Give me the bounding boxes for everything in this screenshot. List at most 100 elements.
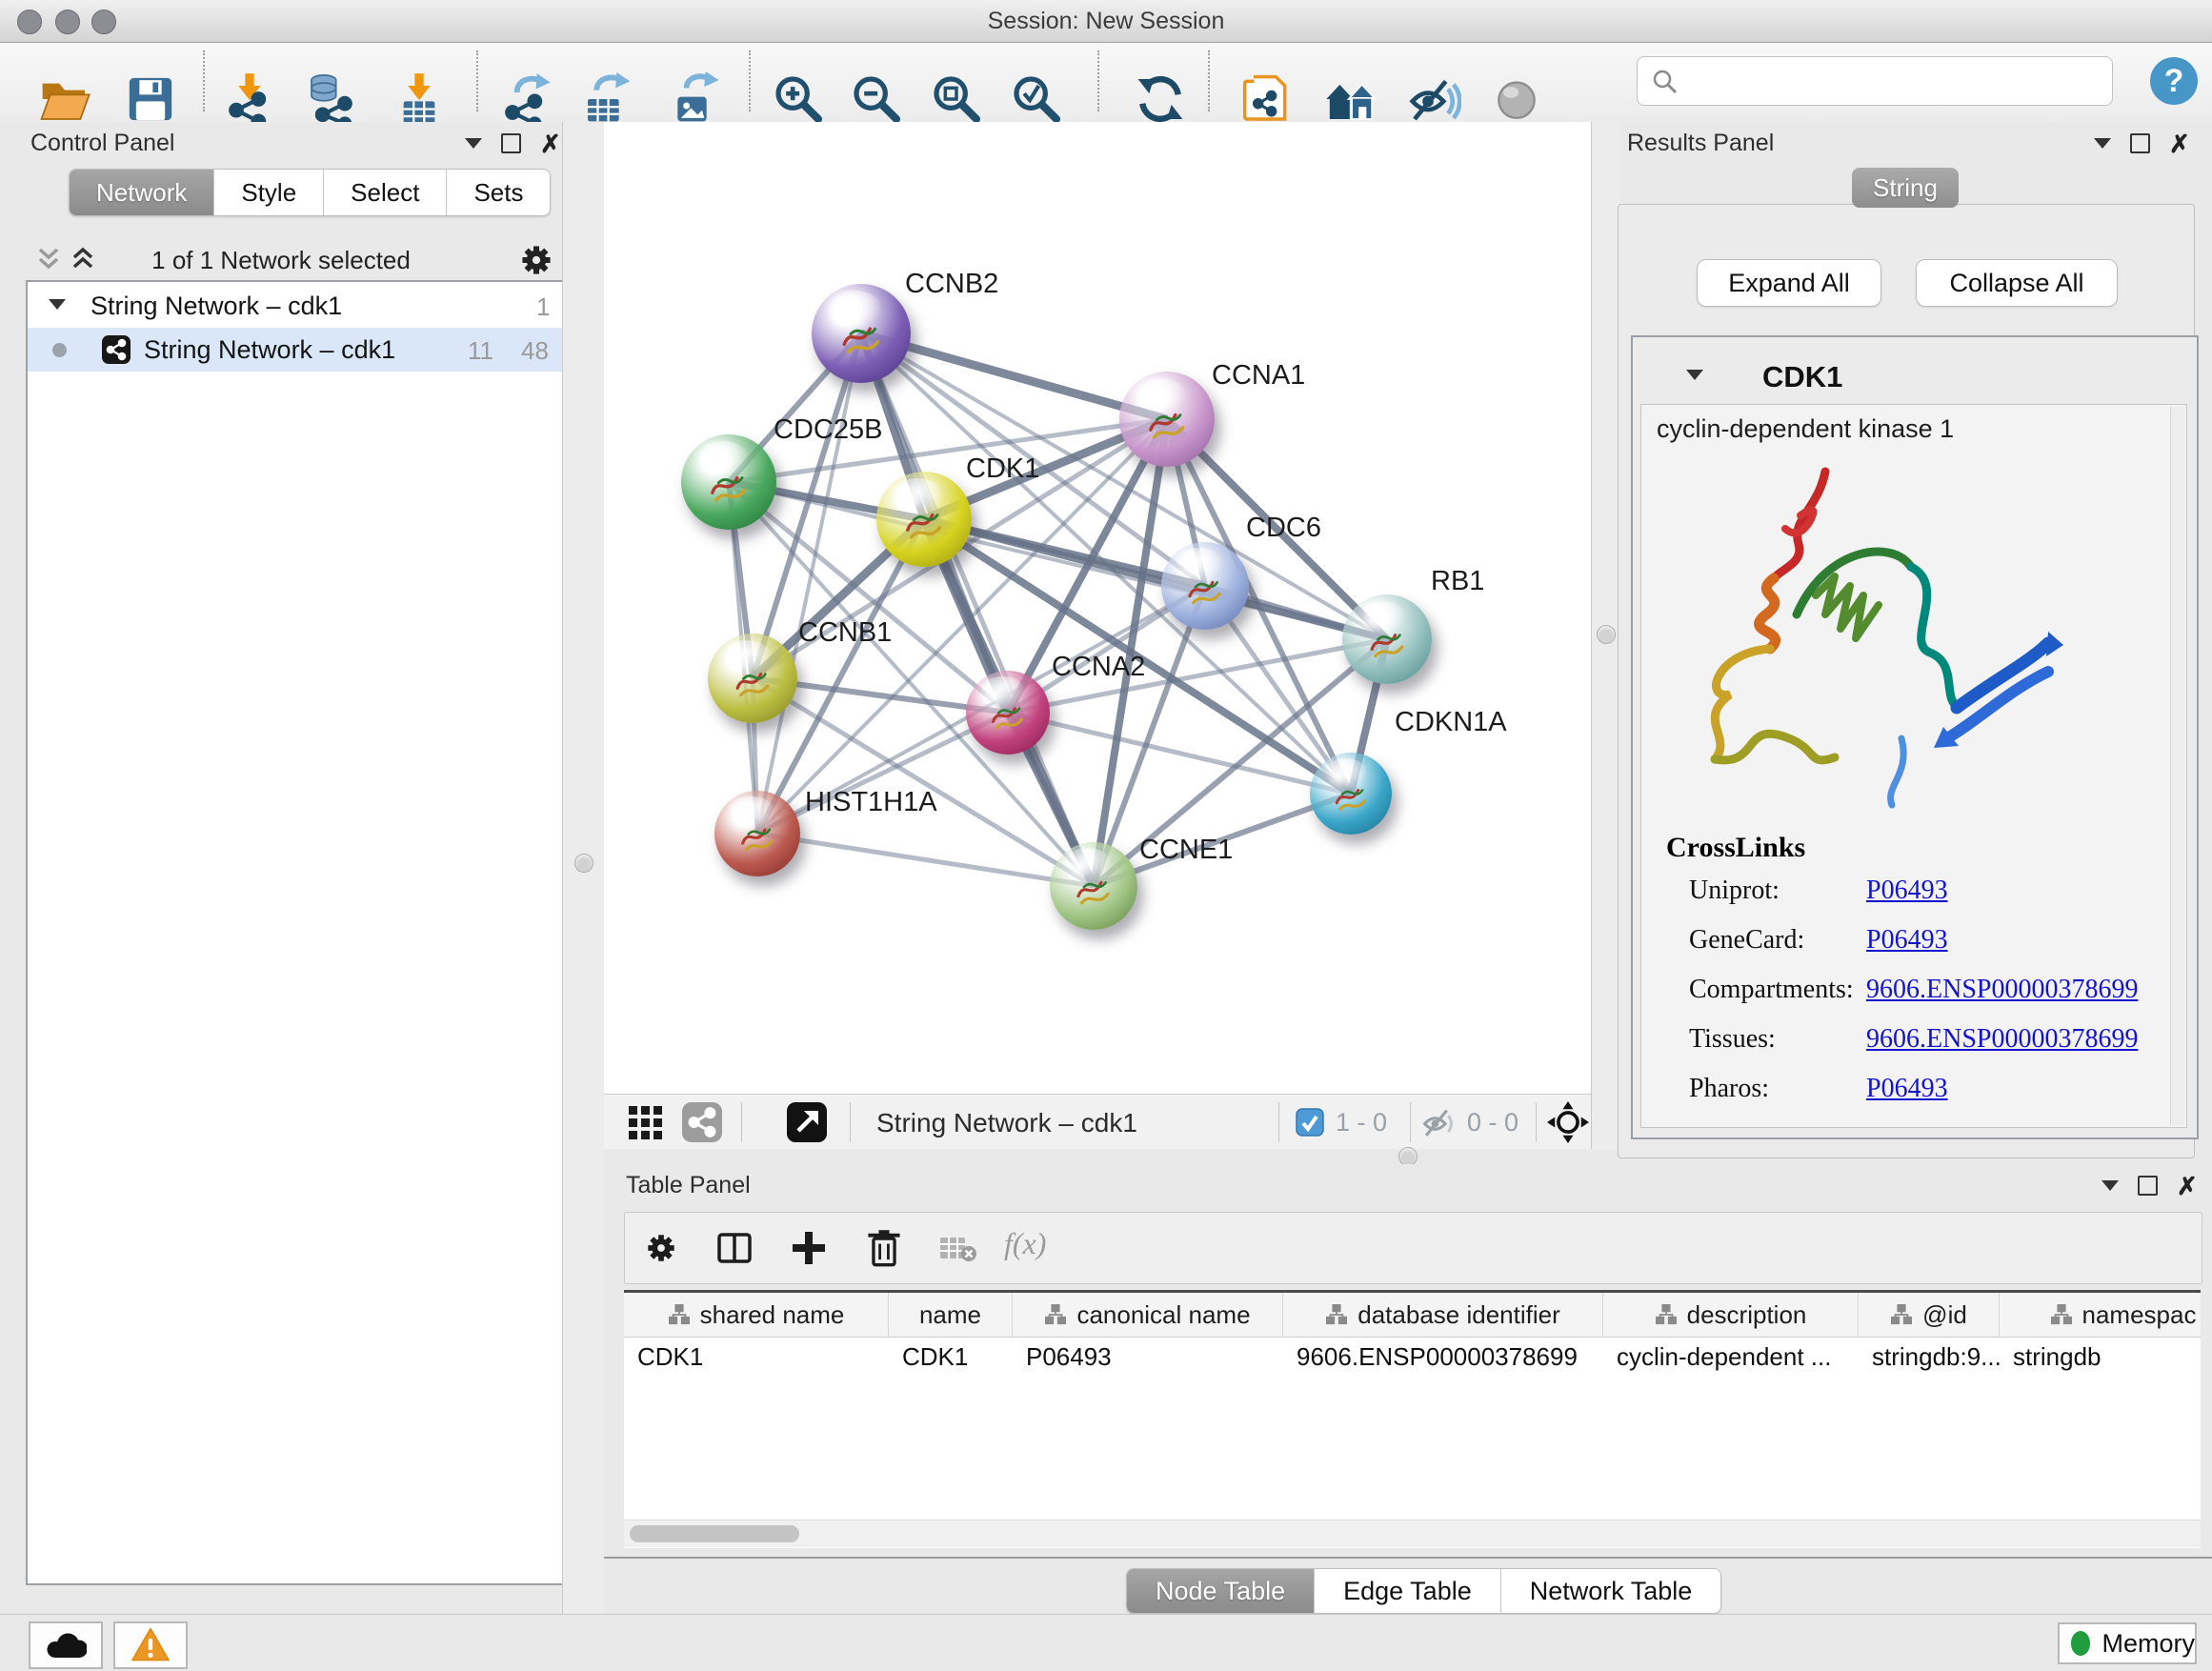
- string-home-icon[interactable]: [1324, 72, 1377, 126]
- help-button[interactable]: ?: [2150, 57, 2198, 105]
- table-column-header[interactable]: canonical name: [1013, 1293, 1283, 1337]
- zoom-fit-icon[interactable]: [930, 72, 983, 126]
- results-scrollbar[interactable]: [2170, 407, 2184, 1125]
- table-cell[interactable]: CDK1: [889, 1337, 1013, 1377]
- maximize-panel-icon[interactable]: [2138, 1176, 2158, 1196]
- zoom-out-icon[interactable]: [850, 72, 903, 126]
- table-column-header[interactable]: description: [1603, 1293, 1859, 1337]
- maximize-panel-icon[interactable]: [501, 133, 521, 153]
- network-node-label: CCNB1: [798, 617, 892, 649]
- zoom-selected-icon[interactable]: [1010, 72, 1063, 126]
- import-network-database-icon[interactable]: [305, 72, 358, 126]
- crosslink-link[interactable]: P06493: [1866, 925, 1948, 956]
- network-node-hist1h1a[interactable]: [714, 791, 800, 876]
- network-node-cdk1[interactable]: [876, 472, 972, 567]
- table-cell[interactable]: cyclin-dependent ...: [1603, 1337, 1859, 1377]
- splitter-grip[interactable]: [1597, 625, 1616, 644]
- network-node-cdc6[interactable]: [1161, 542, 1249, 630]
- selected-checkbox-icon[interactable]: [1296, 1108, 1324, 1137]
- table-horizontal-scrollbar[interactable]: [624, 1520, 2201, 1547]
- network-node-ccnb2[interactable]: [812, 284, 911, 383]
- open-file-icon[interactable]: [38, 72, 91, 126]
- left-splitter[interactable]: [562, 122, 606, 1614]
- table-row[interactable]: CDK1CDK1P064939606.ENSP00000378699cyclin…: [624, 1337, 2201, 1377]
- crosslink-link[interactable]: 9606.ENSP00000378699: [1866, 975, 2138, 1005]
- tab-network-table[interactable]: Network Table: [1501, 1569, 1721, 1613]
- scrollbar-thumb[interactable]: [630, 1525, 799, 1542]
- delete-column-icon[interactable]: [865, 1228, 903, 1268]
- search-field[interactable]: [1637, 56, 2113, 106]
- toolbar-separator: [1536, 1102, 1537, 1142]
- network-canvas[interactable]: CCNB2CCNA1CDC25BCDK1CDC6RB1CCNB1CCNA2CDK…: [604, 122, 1591, 1094]
- float-panel-icon[interactable]: [2094, 138, 2111, 149]
- show-hidden-icon[interactable]: [1490, 72, 1543, 126]
- gene-expander-icon[interactable]: [1686, 370, 1703, 380]
- network-node-rb1[interactable]: [1342, 594, 1432, 684]
- hide-selected-icon[interactable]: [1408, 72, 1461, 126]
- tab-edge-table[interactable]: Edge Table: [1315, 1569, 1501, 1613]
- close-panel-icon[interactable]: ✗: [2177, 1177, 2198, 1196]
- network-view-icon[interactable]: [682, 1102, 722, 1142]
- collection-expander-icon[interactable]: [49, 299, 66, 310]
- float-panel-icon[interactable]: [2101, 1180, 2119, 1191]
- table-cell[interactable]: 9606.ENSP00000378699: [1283, 1337, 1603, 1377]
- new-network-from-selection-icon[interactable]: [1240, 72, 1294, 126]
- float-panel-icon[interactable]: [465, 138, 482, 149]
- table-column-header[interactable]: namespac: [2000, 1293, 2201, 1337]
- zoom-in-icon[interactable]: [772, 72, 825, 126]
- collapse-all-button[interactable]: Collapse All: [1916, 259, 2118, 307]
- network-options-gear-icon[interactable]: [520, 244, 553, 276]
- search-input[interactable]: [1687, 61, 2101, 101]
- memory-button[interactable]: Memory: [2058, 1622, 2197, 1664]
- protein-ribbon-icon: [734, 816, 783, 861]
- grid-view-icon[interactable]: [627, 1102, 667, 1142]
- maximize-panel-icon[interactable]: [2130, 133, 2150, 153]
- table-column-header[interactable]: database identifier: [1283, 1293, 1603, 1337]
- toolbar-separator: [1278, 1102, 1279, 1142]
- detach-view-icon[interactable]: [787, 1102, 827, 1142]
- table-cell[interactable]: CDK1: [624, 1337, 889, 1377]
- export-table-icon[interactable]: [581, 72, 634, 126]
- show-columns-icon[interactable]: [716, 1230, 753, 1266]
- network-node-cdc25b[interactable]: [681, 434, 776, 530]
- table-column-header[interactable]: shared name: [624, 1293, 889, 1337]
- network-node-ccne1[interactable]: [1050, 842, 1137, 930]
- save-session-icon[interactable]: [124, 72, 177, 126]
- table-settings-gear-icon[interactable]: [646, 1233, 676, 1263]
- network-node-cdkn1a[interactable]: [1310, 753, 1392, 835]
- close-panel-icon[interactable]: ✗: [540, 134, 561, 153]
- warnings-button[interactable]: [113, 1621, 188, 1669]
- tab-string[interactable]: String: [1852, 168, 1959, 208]
- export-network-icon[interactable]: [499, 72, 553, 126]
- import-table-file-icon[interactable]: [392, 72, 446, 126]
- table-cell[interactable]: stringdb:9...: [1859, 1337, 2000, 1377]
- cloud-status-button[interactable]: [29, 1621, 103, 1669]
- table-cell[interactable]: stringdb: [2000, 1337, 2201, 1377]
- create-column-icon[interactable]: [791, 1230, 827, 1266]
- table-column-header[interactable]: @id: [1859, 1293, 2000, 1337]
- node-table[interactable]: shared namenamecanonical namedatabase id…: [624, 1290, 2201, 1548]
- tab-style[interactable]: Style: [214, 170, 324, 215]
- network-node-ccna1[interactable]: [1119, 372, 1215, 467]
- crosslink-link[interactable]: P06493: [1866, 1074, 1948, 1104]
- network-collection-row[interactable]: String Network – cdk1 1: [28, 284, 562, 328]
- network-node-ccna2[interactable]: [966, 671, 1050, 755]
- close-panel-icon[interactable]: ✗: [2169, 134, 2190, 153]
- network-row-selected[interactable]: String Network – cdk1 11 48: [28, 328, 562, 372]
- network-node-ccnb1[interactable]: [708, 634, 797, 723]
- expand-all-button[interactable]: Expand All: [1697, 259, 1881, 307]
- crosslink-link[interactable]: 9606.ENSP00000378699: [1866, 1024, 2138, 1055]
- export-image-icon[interactable]: [669, 72, 722, 126]
- tab-select[interactable]: Select: [324, 170, 447, 215]
- birds-eye-view-icon[interactable]: [1547, 1101, 1589, 1143]
- tab-network[interactable]: Network: [70, 170, 214, 215]
- tab-node-table[interactable]: Node Table: [1127, 1569, 1315, 1613]
- splitter-grip[interactable]: [1398, 1147, 1418, 1166]
- table-cell[interactable]: P06493: [1013, 1337, 1283, 1377]
- tab-sets[interactable]: Sets: [447, 170, 550, 215]
- import-network-file-icon[interactable]: [223, 72, 276, 126]
- crosslink-link[interactable]: P06493: [1866, 876, 1948, 906]
- apply-layout-icon[interactable]: [1134, 72, 1187, 126]
- table-column-header[interactable]: name: [889, 1293, 1013, 1337]
- splitter-grip[interactable]: [574, 854, 593, 873]
